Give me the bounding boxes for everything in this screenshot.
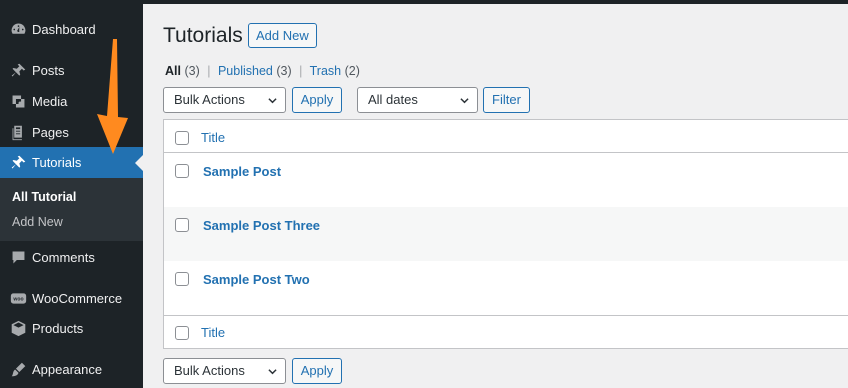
chevron-down-icon [460, 98, 469, 104]
sidebar-item-appearance[interactable]: Appearance [0, 354, 143, 385]
apply-button[interactable]: Apply [292, 87, 342, 113]
sidebar-item-label: Comments [32, 250, 95, 265]
chevron-down-icon [268, 369, 277, 375]
apply-button-bottom[interactable]: Apply [292, 358, 342, 384]
active-indicator [135, 154, 143, 171]
status-views: All (3) | Published (3) | Trash (2) [165, 64, 360, 78]
comment-icon [0, 249, 32, 266]
bulk-actions-select-bottom[interactable]: Bulk Actions [163, 358, 286, 384]
table-footer: Title [164, 315, 848, 348]
view-published-count: (3) [276, 64, 292, 78]
dashboard-icon [0, 21, 32, 38]
separator: | [299, 64, 303, 78]
select-all-checkbox[interactable] [175, 326, 189, 340]
post-title-link[interactable]: Sample Post Two [203, 272, 310, 287]
appearance-icon [0, 361, 32, 378]
woo-icon: woo [0, 290, 32, 307]
submenu-item-add-new[interactable]: Add New [12, 215, 63, 229]
submenu-item-all-tutorial[interactable]: All Tutorial [12, 190, 76, 204]
column-title-footer[interactable]: Title [201, 325, 225, 340]
bulk-actions-value: Bulk Actions [174, 92, 245, 107]
table-row: Sample Post [164, 153, 848, 207]
sidebar-item-label: Pages [32, 125, 69, 140]
sidebar-item-label: Products [32, 321, 84, 336]
row-checkbox[interactable] [175, 164, 189, 178]
svg-text:woo: woo [12, 297, 23, 303]
table-row: Sample Post Three [164, 207, 848, 261]
date-filter-select[interactable]: All dates [357, 87, 478, 113]
sidebar-item-label: Posts [32, 63, 65, 78]
sidebar-item-label: Tutorials [32, 155, 82, 170]
pin-icon [0, 154, 32, 171]
posts-table: Title Sample Post Sample Post Three Samp… [163, 119, 848, 349]
tutorials-submenu: All Tutorial Add New [0, 178, 143, 241]
sidebar-item-comments[interactable]: Comments [0, 242, 143, 273]
view-trash-link[interactable]: Trash [310, 64, 342, 78]
table-header: Title [164, 120, 848, 153]
table-row: Sample Post Two [164, 261, 848, 315]
select-all-checkbox[interactable] [175, 131, 189, 145]
date-filter-value: All dates [368, 92, 418, 107]
view-all-link[interactable]: All [165, 64, 181, 78]
sidebar-item-label: Dashboard [32, 22, 96, 37]
view-trash-count: (2) [344, 64, 360, 78]
column-title-header[interactable]: Title [201, 130, 225, 145]
annotation-arrow [97, 39, 128, 154]
view-all-count: (3) [184, 64, 200, 78]
bulk-actions-value: Bulk Actions [174, 363, 245, 378]
row-checkbox[interactable] [175, 218, 189, 232]
products-icon [0, 320, 32, 337]
pages-icon [0, 124, 32, 141]
sidebar-item-products[interactable]: Products [0, 313, 143, 344]
bulk-actions-select[interactable]: Bulk Actions [163, 87, 286, 113]
chevron-down-icon [268, 98, 277, 104]
view-published-link[interactable]: Published [218, 64, 273, 78]
add-new-button[interactable]: Add New [248, 23, 317, 48]
media-icon [0, 93, 32, 110]
post-title-link[interactable]: Sample Post Three [203, 218, 320, 233]
sidebar-item-label: WooCommerce [32, 291, 123, 306]
sidebar-item-label: Appearance [32, 362, 103, 377]
sidebar-item-woocommerce[interactable]: woo WooCommerce [0, 283, 143, 314]
main-content: Tutorials Add New All (3) | Published (3… [143, 4, 848, 388]
row-checkbox[interactable] [175, 272, 189, 286]
page-title: Tutorials [163, 24, 243, 47]
sidebar-item-label: Media [32, 94, 68, 109]
separator: | [207, 64, 211, 78]
filter-button[interactable]: Filter [483, 87, 530, 113]
pin-icon [0, 62, 32, 79]
post-title-link[interactable]: Sample Post [203, 164, 281, 179]
